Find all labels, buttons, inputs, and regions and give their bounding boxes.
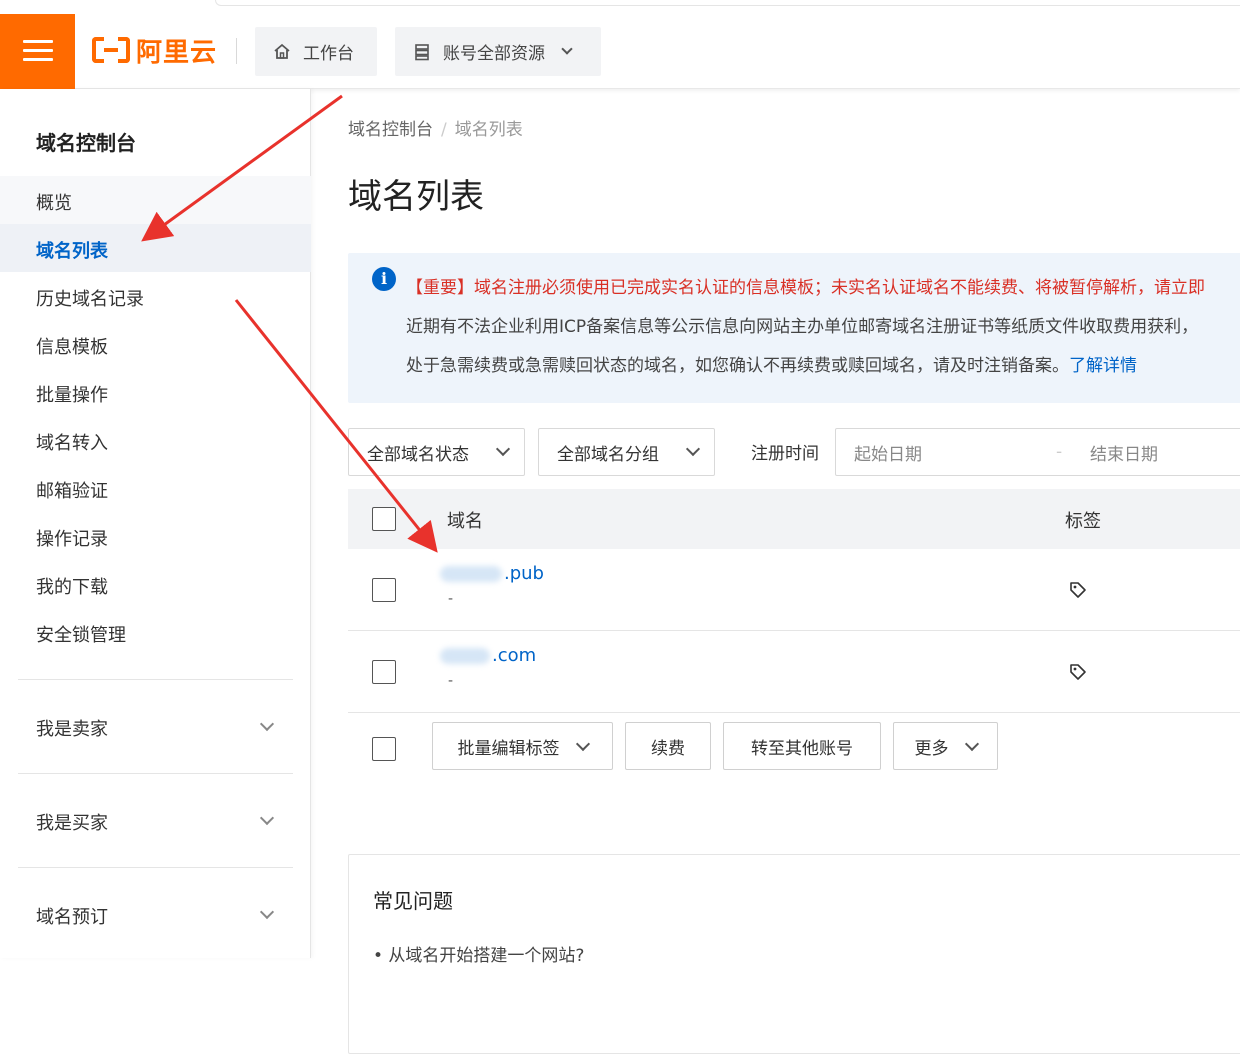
sidebar-item-transfer-in[interactable]: 域名转入: [36, 429, 108, 455]
bulk-edit-tags-label: 批量编辑标签: [457, 738, 560, 759]
main-content: 域名控制台 / 域名列表 域名列表 i 【重要】域名注册必须使用已完成实名认证的信息…: [312, 89, 1240, 1054]
workbench-label: 工作台: [303, 44, 354, 64]
logo-divider: [236, 38, 237, 64]
breadcrumb-root[interactable]: 域名控制台: [348, 120, 433, 140]
chevron-down-icon: [259, 810, 275, 826]
stack-icon: [415, 43, 429, 60]
workbench-button[interactable]: 工作台: [255, 27, 377, 76]
chevron-down-icon: [964, 736, 979, 751]
renew-button[interactable]: 续费: [625, 722, 711, 770]
sidebar-group-seller[interactable]: 我是卖家: [36, 715, 276, 741]
date-range-picker[interactable]: 起始日期 - 结束日期: [835, 428, 1240, 476]
redacted-text: [440, 648, 490, 664]
select-all-checkbox[interactable]: [372, 507, 396, 531]
redacted-text: [440, 566, 502, 582]
more-actions-button[interactable]: 更多: [893, 722, 998, 770]
breadcrumb-current: 域名列表: [454, 120, 523, 140]
resources-label: 账号全部资源: [443, 44, 545, 64]
breadcrumb: 域名控制台 / 域名列表: [348, 115, 523, 140]
notice-line-2: 近期有不法企业利用ICP备案信息等公示信息向网站主办单位邮寄域名注册证书等纸质文…: [406, 317, 1199, 337]
chevron-down-icon: [495, 441, 511, 457]
sidebar-item-email-verify[interactable]: 邮箱验证: [36, 477, 108, 503]
sidebar-group-reserve[interactable]: 域名预订: [36, 903, 276, 929]
row-checkbox[interactable]: [372, 660, 396, 684]
sidebar-group-label: 域名预订: [36, 907, 108, 928]
chevron-down-icon: [259, 904, 275, 920]
sidebar-item-domain-list[interactable]: 域名列表: [36, 237, 108, 263]
chevron-down-icon: [561, 43, 573, 55]
sidebar-item-op-records[interactable]: 操作记录: [36, 525, 108, 551]
notice-line-1: 【重要】域名注册必须使用已完成实名认证的信息模板；未实名认证域名不能续费、将被暂…: [406, 278, 1205, 298]
column-header-tag: 标签: [1065, 511, 1101, 532]
aliyun-logo[interactable]: 阿里云: [92, 32, 217, 68]
tag-icon[interactable]: [1068, 580, 1088, 600]
table-header: 域名 标签: [348, 489, 1240, 549]
table-row: .com -: [348, 631, 1240, 713]
domain-status-select[interactable]: 全部域名状态: [348, 428, 525, 476]
sidebar-item-info-template[interactable]: 信息模板: [36, 333, 108, 359]
faq-panel: 常见问题 • 从域名开始搭建一个网站?: [348, 854, 1240, 1054]
sidebar-item-downloads[interactable]: 我的下载: [36, 573, 108, 599]
domain-link[interactable]: .pub: [440, 563, 544, 584]
important-notice: i 【重要】域名注册必须使用已完成实名认证的信息模板；未实名认证域名不能续费、将…: [348, 253, 1240, 403]
more-label: 更多: [914, 738, 949, 759]
domain-status-value: 全部域名状态: [367, 444, 469, 465]
tag-icon[interactable]: [1068, 662, 1088, 682]
sidebar: 域名控制台 概览 域名列表 历史域名记录 信息模板 批量操作 域名转入 邮箱验证…: [0, 89, 311, 958]
top-bar: 阿里云 工作台 账号全部资源: [0, 0, 1240, 89]
sidebar-group-label: 我是买家: [36, 813, 108, 834]
sidebar-item-history[interactable]: 历史域名记录: [36, 285, 144, 311]
sidebar-title: 域名控制台: [36, 131, 136, 155]
domain-remark: -: [448, 591, 454, 607]
transfer-account-button[interactable]: 转至其他账号: [723, 722, 881, 770]
info-icon: i: [372, 267, 396, 291]
column-header-domain: 域名: [447, 511, 483, 532]
bulk-select-checkbox[interactable]: [372, 737, 396, 761]
sidebar-item-security-lock[interactable]: 安全锁管理: [36, 621, 126, 647]
bulk-edit-tags-button[interactable]: 批量编辑标签: [432, 722, 613, 770]
learn-more-link[interactable]: 了解详情: [1069, 356, 1137, 376]
page-title: 域名列表: [348, 177, 484, 217]
sidebar-group-label: 我是卖家: [36, 719, 108, 740]
chevron-down-icon: [259, 716, 275, 732]
sidebar-group-buyer[interactable]: 我是买家: [36, 809, 276, 835]
domain-remark: -: [448, 673, 454, 689]
aliyun-logo-icon: [92, 37, 130, 63]
home-icon: [274, 43, 290, 59]
breadcrumb-separator: /: [441, 120, 447, 140]
domain-group-select[interactable]: 全部域名分组: [538, 428, 715, 476]
row-checkbox[interactable]: [372, 578, 396, 602]
date-range-separator: -: [1056, 442, 1063, 462]
notice-line-3: 处于急需续费或急需赎回状态的域名，如您确认不再续费或赎回域名，请及时注销备案。了…: [406, 356, 1137, 376]
domain-group-value: 全部域名分组: [557, 444, 659, 465]
account-resources-dropdown[interactable]: 账号全部资源: [395, 27, 601, 76]
sidebar-item-batch-ops[interactable]: 批量操作: [36, 381, 108, 407]
chevron-down-icon: [685, 441, 701, 457]
renew-label: 续费: [651, 738, 685, 759]
chevron-down-icon: [575, 736, 590, 751]
start-date-input[interactable]: 起始日期: [854, 440, 922, 465]
faq-title: 常见问题: [373, 889, 453, 913]
domain-link[interactable]: .com: [440, 645, 536, 666]
sidebar-item-overview[interactable]: 概览: [36, 189, 72, 215]
browser-strip: [215, 0, 1240, 6]
table-row: .pub -: [348, 549, 1240, 631]
end-date-input[interactable]: 结束日期: [1090, 440, 1158, 465]
transfer-label: 转至其他账号: [751, 738, 853, 759]
menu-icon[interactable]: [0, 14, 75, 89]
faq-item[interactable]: • 从域名开始搭建一个网站?: [373, 941, 584, 966]
logo-text: 阿里云: [136, 37, 218, 68]
reg-time-label: 注册时间: [751, 444, 819, 464]
